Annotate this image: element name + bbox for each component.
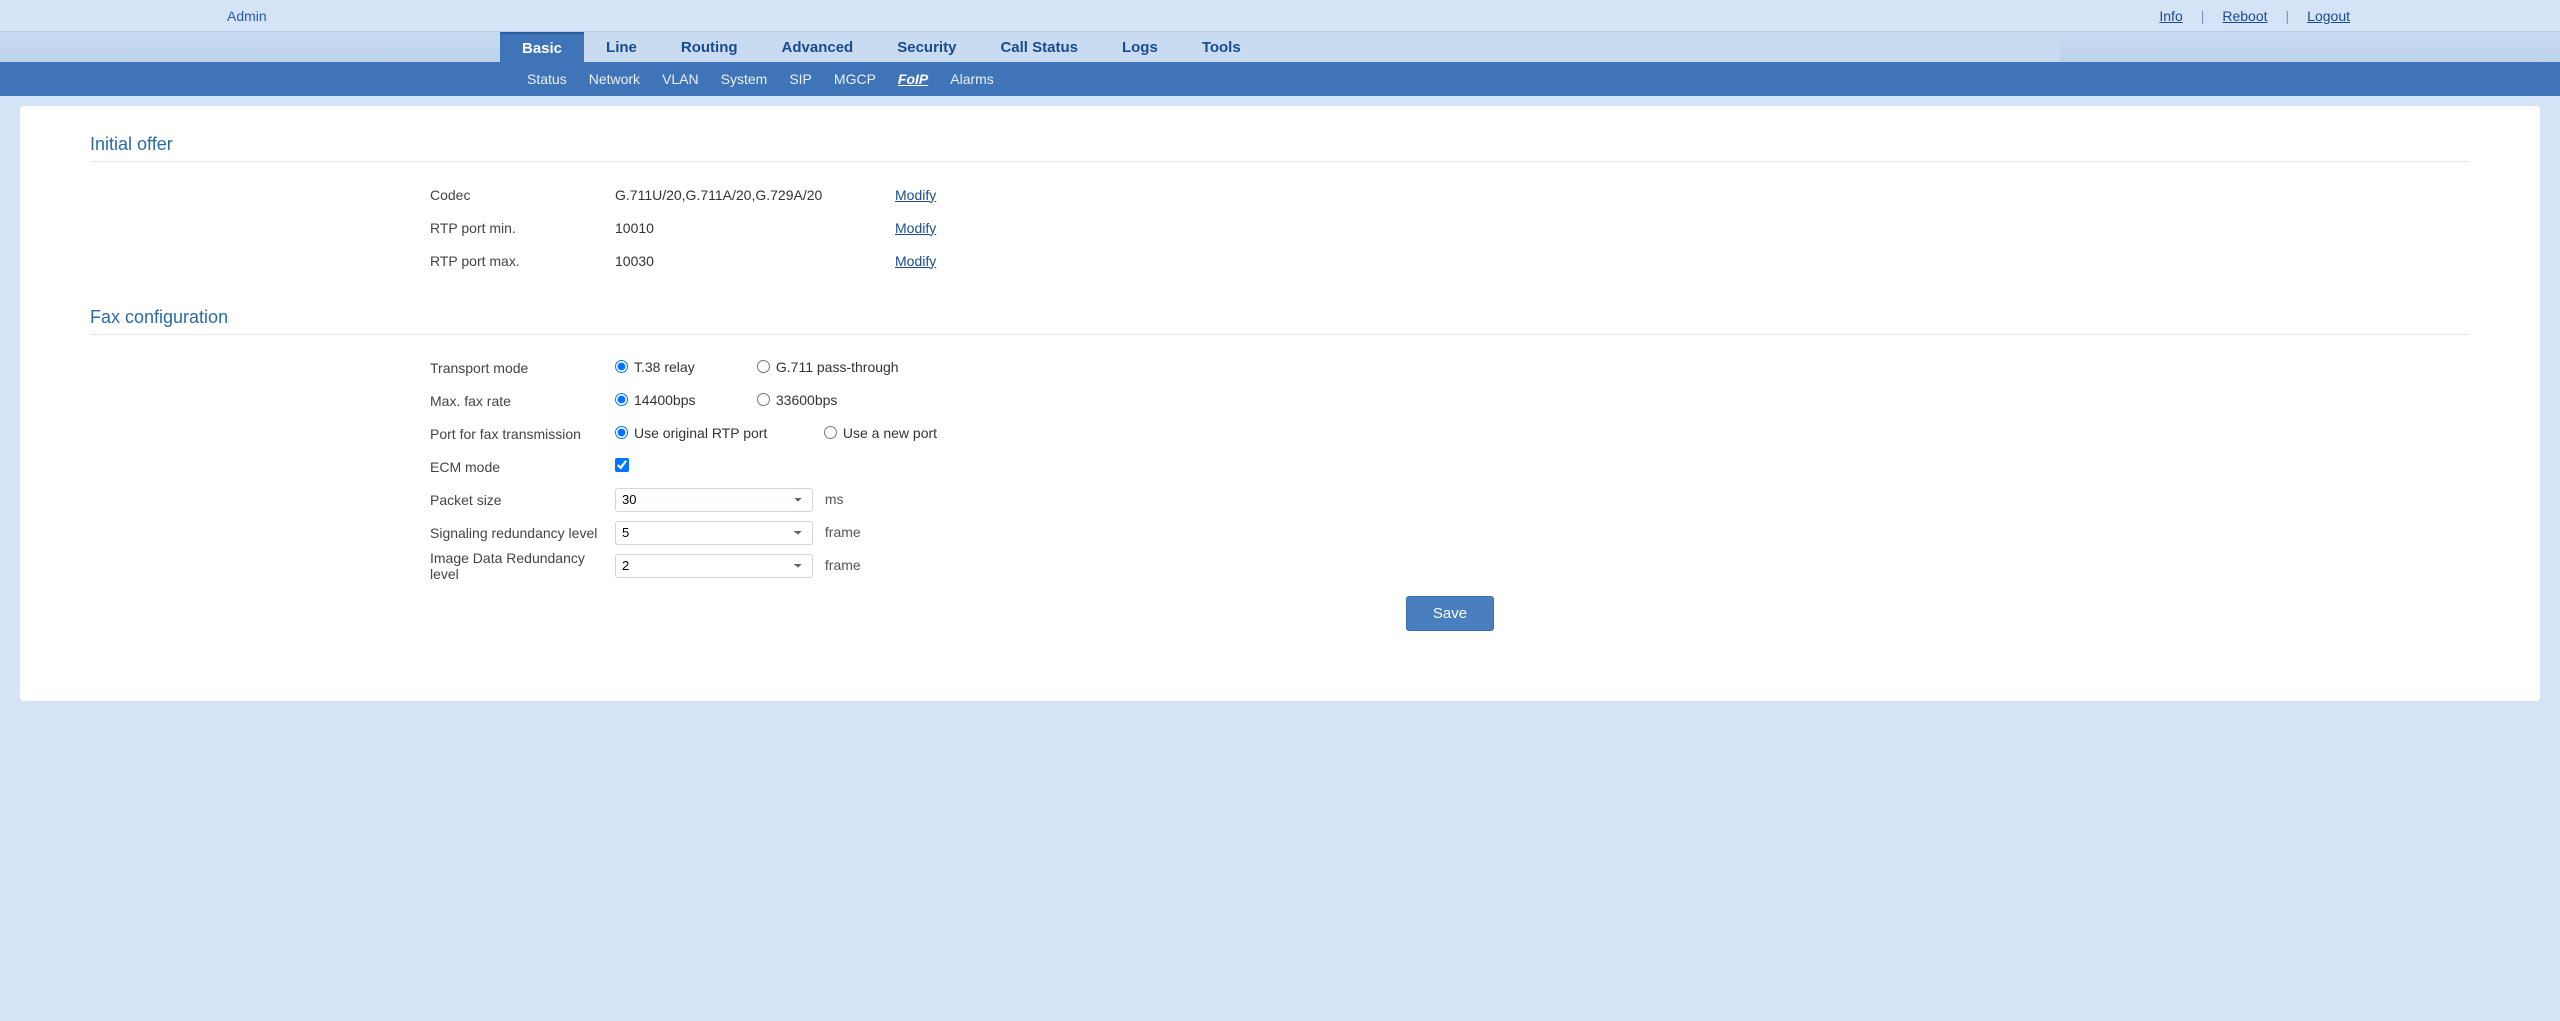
maxrate-14400-label: 14400bps	[634, 392, 696, 408]
row-rtp-min: RTP port min. 10010 Modify	[430, 211, 2470, 244]
codec-value: G.711U/20,G.711A/20,G.729A/20	[615, 187, 895, 203]
info-link[interactable]: Info	[2159, 8, 2182, 24]
maxrate-14400-option[interactable]: 14400bps	[615, 392, 723, 408]
reboot-link[interactable]: Reboot	[2222, 8, 2267, 24]
row-signaling-redundancy: Signaling redundancy level 5 frame	[430, 516, 2470, 549]
subnav-sip[interactable]: SIP	[789, 71, 812, 87]
transport-t38-radio[interactable]	[615, 360, 628, 373]
ecm-mode-label: ECM mode	[430, 459, 615, 475]
maxrate-33600-label: 33600bps	[776, 392, 838, 408]
packet-size-suffix: ms	[825, 491, 844, 507]
rtp-max-label: RTP port max.	[430, 253, 615, 269]
section-initial-offer: Initial offer	[90, 134, 2470, 162]
tab-routing[interactable]: Routing	[659, 32, 760, 62]
port-original-label: Use original RTP port	[634, 425, 767, 441]
row-max-fax-rate: Max. fax rate 14400bps 33600bps	[430, 384, 2470, 417]
rtp-min-modify-link[interactable]: Modify	[895, 220, 936, 236]
topbar: Admin Info | Reboot | Logout	[0, 0, 2560, 32]
save-button[interactable]: Save	[1406, 596, 1494, 631]
sub-nav: Status Network VLAN System SIP MGCP FoIP…	[500, 62, 2060, 96]
ecm-mode-checkbox[interactable]	[615, 458, 629, 472]
main-nav: Basic Line Routing Advanced Security Cal…	[500, 32, 2060, 62]
row-transport-mode: Transport mode T.38 relay G.711 pass-thr…	[430, 351, 2470, 384]
admin-label: Admin	[227, 8, 267, 24]
tab-basic[interactable]: Basic	[500, 32, 584, 62]
image-redundancy-suffix: frame	[825, 557, 861, 573]
image-redundancy-select[interactable]: 2	[615, 554, 813, 578]
port-new-option[interactable]: Use a new port	[824, 425, 937, 441]
maxrate-33600-radio[interactable]	[757, 393, 770, 406]
subnav-network[interactable]: Network	[589, 71, 640, 87]
topbar-divider: |	[2197, 8, 2209, 24]
row-fax-port: Port for fax transmission Use original R…	[430, 417, 2470, 450]
subnav-system[interactable]: System	[721, 71, 768, 87]
subnav-mgcp[interactable]: MGCP	[834, 71, 876, 87]
section-fax-configuration: Fax configuration	[90, 307, 2470, 335]
signaling-redundancy-label: Signaling redundancy level	[430, 525, 615, 541]
signaling-redundancy-select[interactable]: 5	[615, 521, 813, 545]
tab-logs[interactable]: Logs	[1100, 32, 1180, 62]
tab-advanced[interactable]: Advanced	[760, 32, 876, 62]
maxrate-33600-option[interactable]: 33600bps	[757, 392, 838, 408]
subnav-vlan[interactable]: VLAN	[662, 71, 699, 87]
tab-security[interactable]: Security	[875, 32, 978, 62]
maxrate-14400-radio[interactable]	[615, 393, 628, 406]
content-card: Initial offer Codec G.711U/20,G.711A/20,…	[20, 106, 2540, 701]
tab-call-status[interactable]: Call Status	[978, 32, 1100, 62]
nav-spacer	[1263, 32, 2060, 62]
subnav-status[interactable]: Status	[527, 71, 567, 87]
max-fax-rate-label: Max. fax rate	[430, 393, 615, 409]
rtp-min-value: 10010	[615, 220, 895, 236]
row-rtp-max: RTP port max. 10030 Modify	[430, 244, 2470, 277]
row-ecm-mode: ECM mode	[430, 450, 2470, 483]
codec-modify-link[interactable]: Modify	[895, 187, 936, 203]
rtp-max-value: 10030	[615, 253, 895, 269]
tab-line[interactable]: Line	[584, 32, 659, 62]
transport-g711-radio[interactable]	[757, 360, 770, 373]
row-image-redundancy: Image Data Redundancy level 2 frame	[430, 549, 2470, 582]
fax-port-label: Port for fax transmission	[430, 426, 615, 442]
subnav-alarms[interactable]: Alarms	[950, 71, 994, 87]
rtp-max-modify-link[interactable]: Modify	[895, 253, 936, 269]
topbar-divider: |	[2282, 8, 2294, 24]
port-original-option[interactable]: Use original RTP port	[615, 425, 790, 441]
transport-g711-label: G.711 pass-through	[776, 359, 899, 375]
row-packet-size: Packet size 30 ms	[430, 483, 2470, 516]
tab-tools[interactable]: Tools	[1180, 32, 1263, 62]
transport-t38-label: T.38 relay	[634, 359, 695, 375]
codec-label: Codec	[430, 187, 615, 203]
port-new-radio[interactable]	[824, 426, 837, 439]
transport-mode-label: Transport mode	[430, 360, 615, 376]
row-codec: Codec G.711U/20,G.711A/20,G.729A/20 Modi…	[430, 178, 2470, 211]
transport-t38-option[interactable]: T.38 relay	[615, 359, 723, 375]
port-original-radio[interactable]	[615, 426, 628, 439]
packet-size-select[interactable]: 30	[615, 488, 813, 512]
signaling-redundancy-suffix: frame	[825, 524, 861, 540]
rtp-min-label: RTP port min.	[430, 220, 615, 236]
transport-g711-option[interactable]: G.711 pass-through	[757, 359, 899, 375]
logout-link[interactable]: Logout	[2307, 8, 2350, 24]
image-redundancy-label: Image Data Redundancy level	[430, 550, 615, 582]
packet-size-label: Packet size	[430, 492, 615, 508]
subnav-foip[interactable]: FoIP	[898, 71, 928, 87]
port-new-label: Use a new port	[843, 425, 937, 441]
